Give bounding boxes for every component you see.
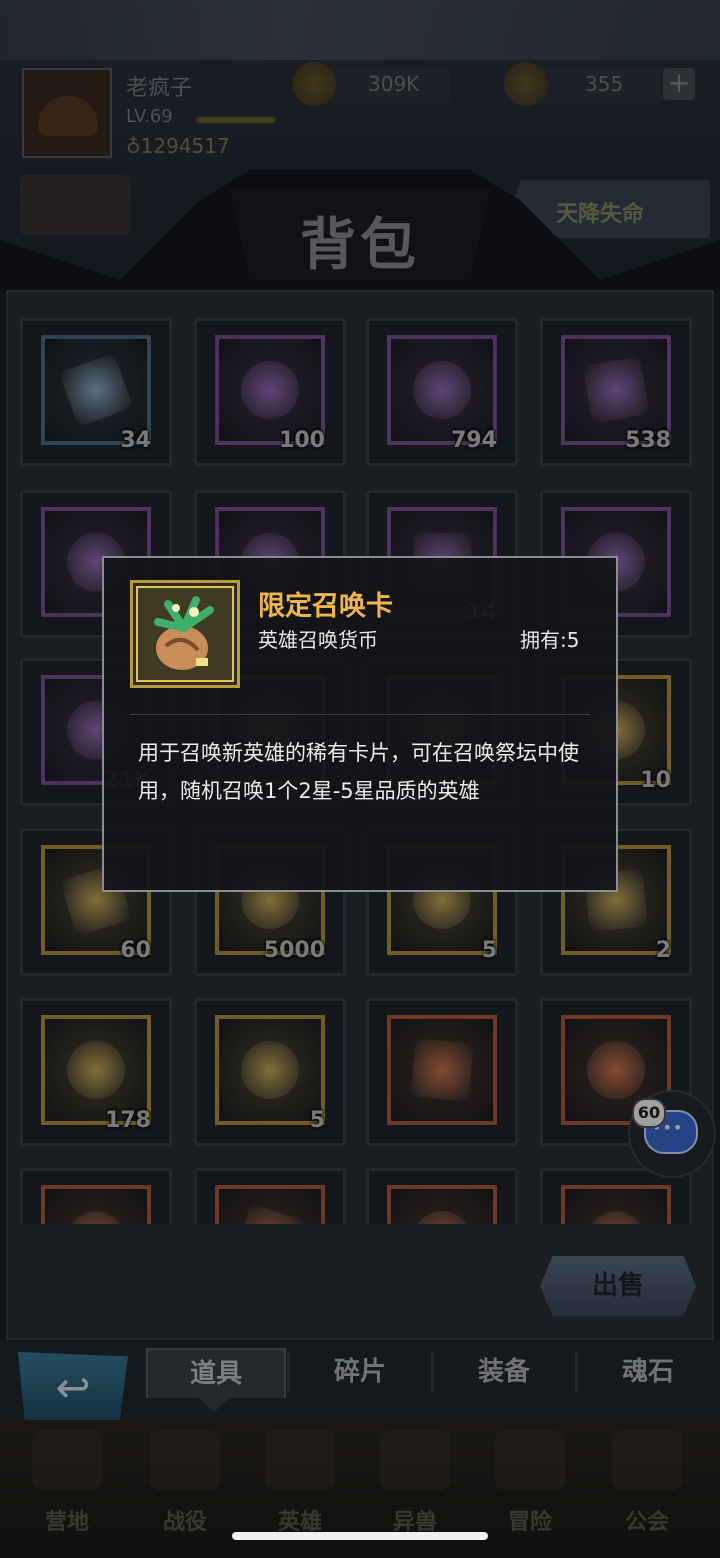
tooltip-description: 用于召唤新英雄的稀有卡片，可在召唤祭坛中使用，随机召唤1个2星-5星品质的英雄 — [138, 741, 579, 803]
tooltip-divider — [130, 714, 590, 715]
summon-scroll-graphic — [154, 596, 214, 670]
tooltip-item-name: 限定召唤卡 — [258, 591, 393, 622]
tooltip-owned-count: 拥有:5 — [520, 628, 580, 652]
summon-scroll-icon — [136, 586, 234, 682]
tooltip-item-type: 英雄召唤货币 — [258, 628, 378, 652]
home-indicator[interactable] — [232, 1532, 488, 1540]
